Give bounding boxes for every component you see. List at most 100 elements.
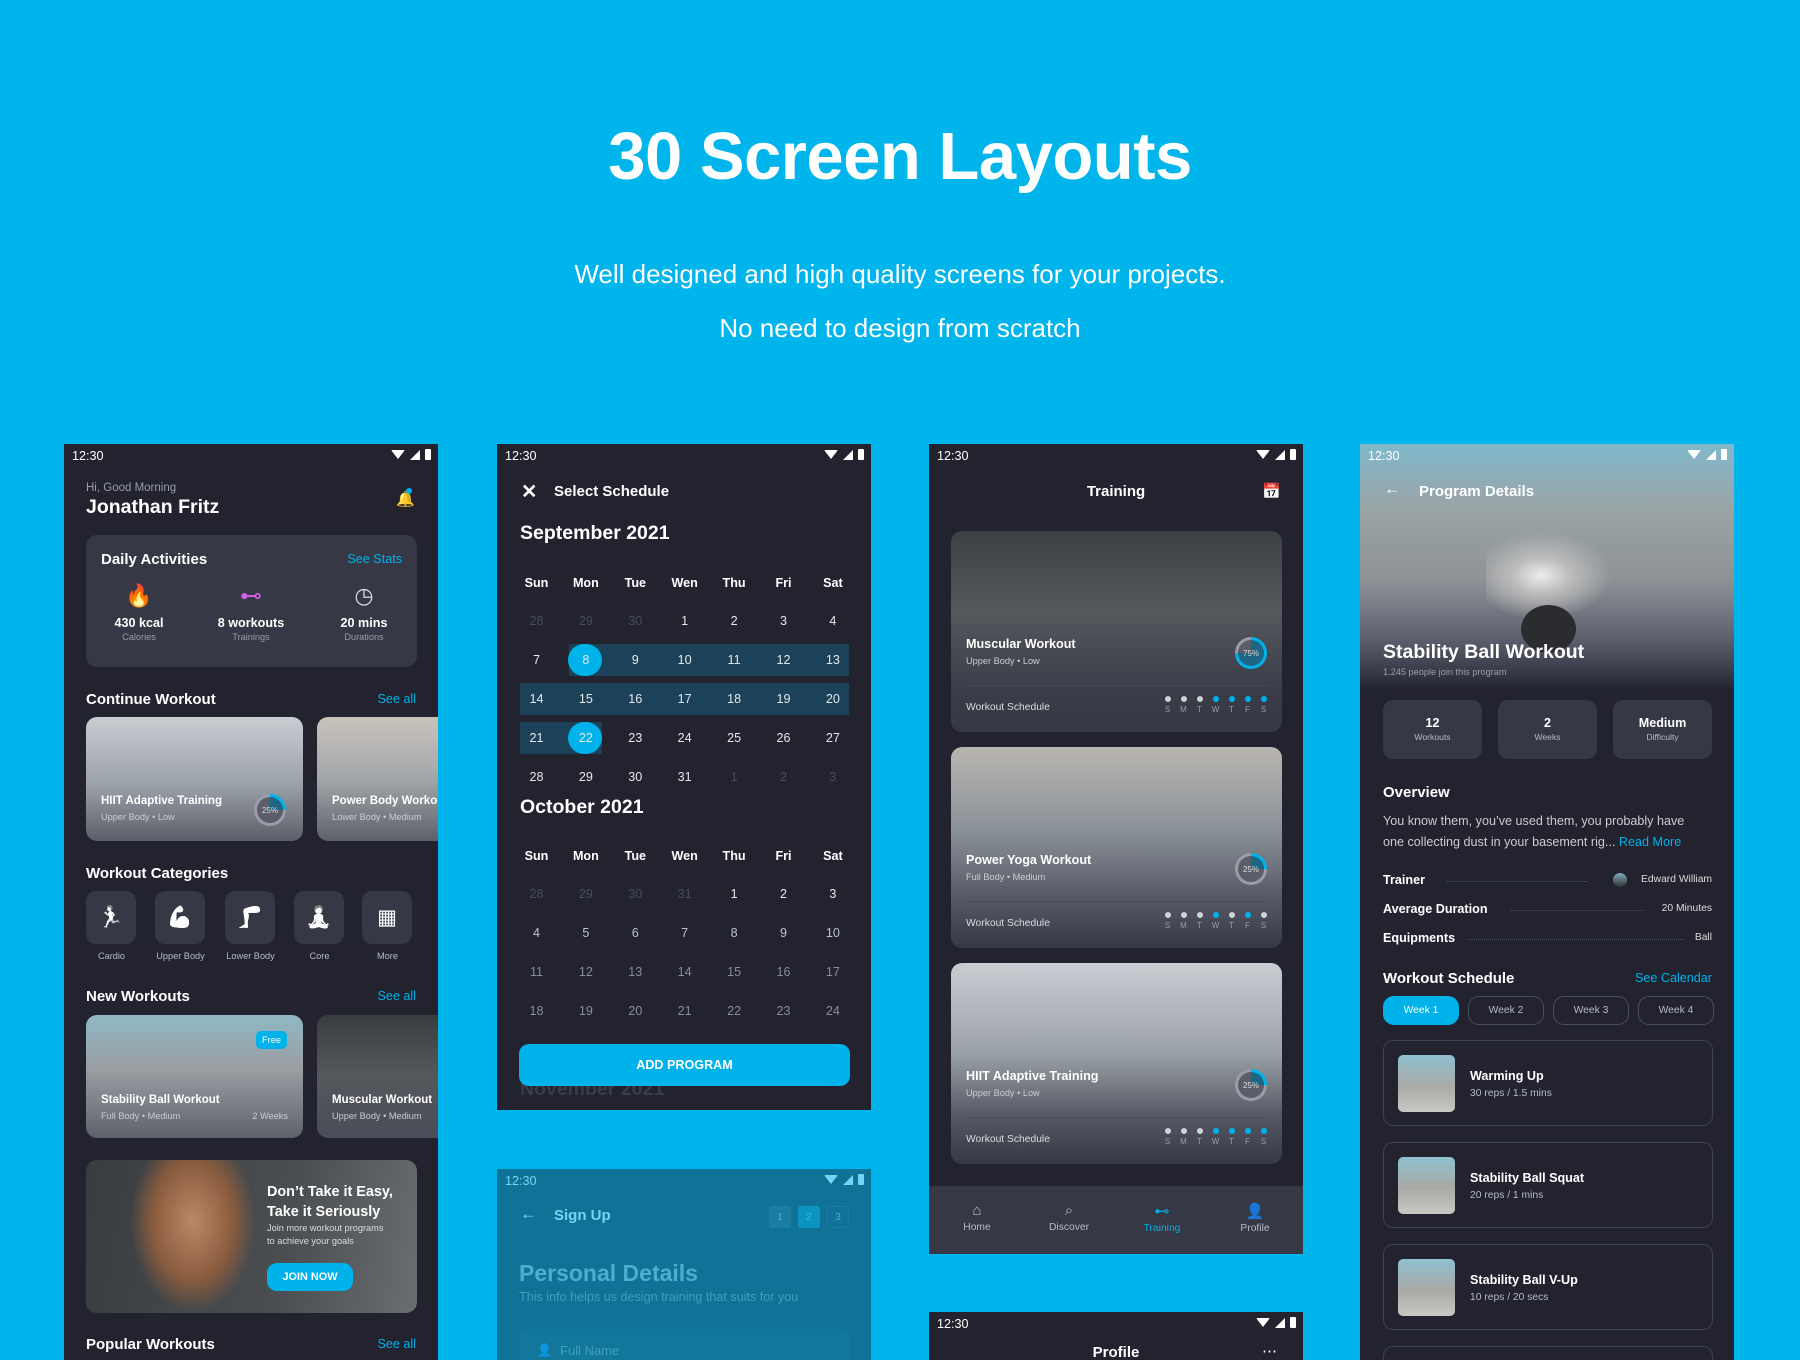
calendar-day[interactable]: 14 bbox=[660, 956, 709, 988]
nav-training[interactable]: ⊷ Training bbox=[1122, 1202, 1202, 1234]
calendar-day[interactable]: 30 bbox=[611, 761, 660, 793]
calendar-day[interactable]: 13 bbox=[808, 644, 857, 676]
close-icon[interactable]: ✕ bbox=[521, 480, 537, 504]
calendar-day[interactable]: 16 bbox=[759, 956, 808, 988]
calendar-day[interactable]: 2 bbox=[710, 605, 759, 637]
calendar-day[interactable]: 15 bbox=[561, 683, 610, 715]
exercise-card[interactable]: Warming Up 30 reps / 1.5 mins bbox=[1383, 1040, 1713, 1126]
calendar-day[interactable]: 8 bbox=[561, 644, 610, 676]
continue-see-all[interactable]: See all bbox=[377, 692, 416, 706]
calendar-day[interactable]: 11 bbox=[710, 644, 759, 676]
calendar-day[interactable]: 12 bbox=[759, 644, 808, 676]
back-arrow-icon[interactable]: ← bbox=[520, 1204, 537, 1224]
popular-see-all[interactable]: See all bbox=[377, 1337, 416, 1351]
calendar-day[interactable]: 20 bbox=[808, 683, 857, 715]
calendar-day[interactable]: 31 bbox=[660, 761, 709, 793]
calendar-day[interactable]: 27 bbox=[808, 722, 857, 754]
calendar-day[interactable]: 15 bbox=[710, 956, 759, 988]
calendar-day[interactable]: 19 bbox=[759, 683, 808, 715]
calendar-day[interactable]: 21 bbox=[660, 995, 709, 1027]
calendar-day[interactable]: 28 bbox=[512, 761, 561, 793]
calendar-day[interactable]: 12 bbox=[561, 956, 610, 988]
week-tab[interactable]: Week 2 bbox=[1468, 996, 1544, 1025]
calendar-day[interactable]: 3 bbox=[808, 878, 857, 910]
category-lower-body[interactable]: 🦵 bbox=[225, 891, 275, 944]
calendar-day[interactable]: 17 bbox=[808, 956, 857, 988]
calendar-day[interactable]: 20 bbox=[611, 995, 660, 1027]
continue-workout-card[interactable]: HIIT Adaptive Training Upper Body • Low 2… bbox=[86, 717, 303, 841]
calendar-day[interactable]: 10 bbox=[808, 917, 857, 949]
calendar-day[interactable]: 5 bbox=[561, 917, 610, 949]
calendar-day[interactable]: 1 bbox=[710, 878, 759, 910]
nav-profile[interactable]: 👤 Profile bbox=[1215, 1202, 1295, 1234]
training-card[interactable]: Muscular Workout Upper Body • Low 75% Wo… bbox=[951, 531, 1282, 732]
calendar-day[interactable]: 9 bbox=[759, 917, 808, 949]
calendar-day[interactable]: 4 bbox=[808, 605, 857, 637]
calendar-day[interactable]: 25 bbox=[710, 722, 759, 754]
add-program-button[interactable]: ADD PROGRAM bbox=[519, 1044, 850, 1086]
week-tab[interactable]: Week 4 bbox=[1638, 996, 1714, 1025]
calendar-day[interactable]: 6 bbox=[611, 917, 660, 949]
calendar-day[interactable]: 24 bbox=[808, 995, 857, 1027]
calendar-day[interactable]: 7 bbox=[660, 917, 709, 949]
calendar-day[interactable]: 18 bbox=[710, 683, 759, 715]
new-workout-card[interactable]: Muscular Workout Upper Body • Medium bbox=[317, 1015, 438, 1138]
calendar-day[interactable]: 29 bbox=[561, 605, 610, 637]
calendar-day[interactable]: 29 bbox=[561, 761, 610, 793]
join-now-button[interactable]: JOIN NOW bbox=[267, 1263, 353, 1291]
exercise-card[interactable]: Stability Ball Squat 20 reps / 1 mins bbox=[1383, 1142, 1713, 1228]
calendar-day[interactable]: 10 bbox=[660, 644, 709, 676]
calendar-day[interactable]: 30 bbox=[611, 605, 660, 637]
calendar-day[interactable]: 2 bbox=[759, 761, 808, 793]
calendar-day[interactable]: 2 bbox=[759, 878, 808, 910]
training-card[interactable]: Power Yoga Workout Full Body • Medium 25… bbox=[951, 747, 1282, 948]
calendar-day[interactable]: 14 bbox=[512, 683, 561, 715]
see-calendar-link[interactable]: See Calendar bbox=[1635, 971, 1712, 985]
calendar-day[interactable]: 8 bbox=[710, 917, 759, 949]
bell-icon[interactable]: 🔔 bbox=[396, 488, 415, 508]
new-see-all[interactable]: See all bbox=[377, 989, 416, 1003]
calendar-day[interactable]: 1 bbox=[710, 761, 759, 793]
week-tab[interactable]: Week 1 bbox=[1383, 996, 1459, 1025]
calendar-day[interactable]: 1 bbox=[660, 605, 709, 637]
nav-home[interactable]: ⌂ Home bbox=[937, 1202, 1017, 1233]
calendar-day[interactable]: 17 bbox=[660, 683, 709, 715]
calendar-day[interactable]: 7 bbox=[512, 644, 561, 676]
calendar-day[interactable]: 13 bbox=[611, 956, 660, 988]
continue-workout-card[interactable]: Power Body Workout Lower Body • Medium bbox=[317, 717, 438, 841]
category-cardio[interactable]: 🏃 bbox=[86, 891, 136, 944]
calendar-day[interactable]: 26 bbox=[759, 722, 808, 754]
nav-discover[interactable]: ⌕ Discover bbox=[1029, 1202, 1109, 1233]
read-more-link[interactable]: Read More bbox=[1619, 835, 1681, 849]
calendar-day[interactable]: 3 bbox=[808, 761, 857, 793]
full-name-input[interactable]: 👤 Full Name bbox=[519, 1329, 850, 1360]
back-arrow-icon[interactable]: ← bbox=[1384, 479, 1401, 499]
calendar-day[interactable]: 21 bbox=[512, 722, 561, 754]
calendar-day[interactable]: 28 bbox=[512, 878, 561, 910]
training-card[interactable]: HIIT Adaptive Training Upper Body • Low … bbox=[951, 963, 1282, 1164]
calendar-day[interactable]: 16 bbox=[611, 683, 660, 715]
calendar-day[interactable]: 23 bbox=[759, 995, 808, 1027]
calendar-day[interactable]: 18 bbox=[512, 995, 561, 1027]
week-tab[interactable]: Week 3 bbox=[1553, 996, 1629, 1025]
calendar-day[interactable]: 11 bbox=[512, 956, 561, 988]
calendar-day[interactable]: 22 bbox=[561, 722, 610, 754]
category-core[interactable]: 🧘 bbox=[294, 891, 344, 944]
calendar-day[interactable]: 9 bbox=[611, 644, 660, 676]
see-stats-link[interactable]: See Stats bbox=[347, 552, 402, 566]
exercise-card[interactable] bbox=[1383, 1346, 1713, 1360]
calendar-day[interactable]: 31 bbox=[660, 878, 709, 910]
new-workout-card[interactable]: Stability Ball Workout Full Body • Mediu… bbox=[86, 1015, 303, 1138]
calendar-day[interactable]: 3 bbox=[759, 605, 808, 637]
exercise-card[interactable]: Stability Ball V-Up 10 reps / 20 secs bbox=[1383, 1244, 1713, 1330]
more-icon[interactable]: ⋯ bbox=[1262, 1344, 1277, 1359]
category-more[interactable]: ▦ bbox=[362, 891, 412, 944]
calendar-day[interactable]: 30 bbox=[611, 878, 660, 910]
calendar-day[interactable]: 4 bbox=[512, 917, 561, 949]
calendar-clock-icon[interactable]: 📅 bbox=[1262, 482, 1281, 500]
calendar-day[interactable]: 19 bbox=[561, 995, 610, 1027]
calendar-day[interactable]: 29 bbox=[561, 878, 610, 910]
calendar-day[interactable]: 28 bbox=[512, 605, 561, 637]
category-upper-body[interactable]: 💪 bbox=[155, 891, 205, 944]
calendar-day[interactable]: 22 bbox=[710, 995, 759, 1027]
